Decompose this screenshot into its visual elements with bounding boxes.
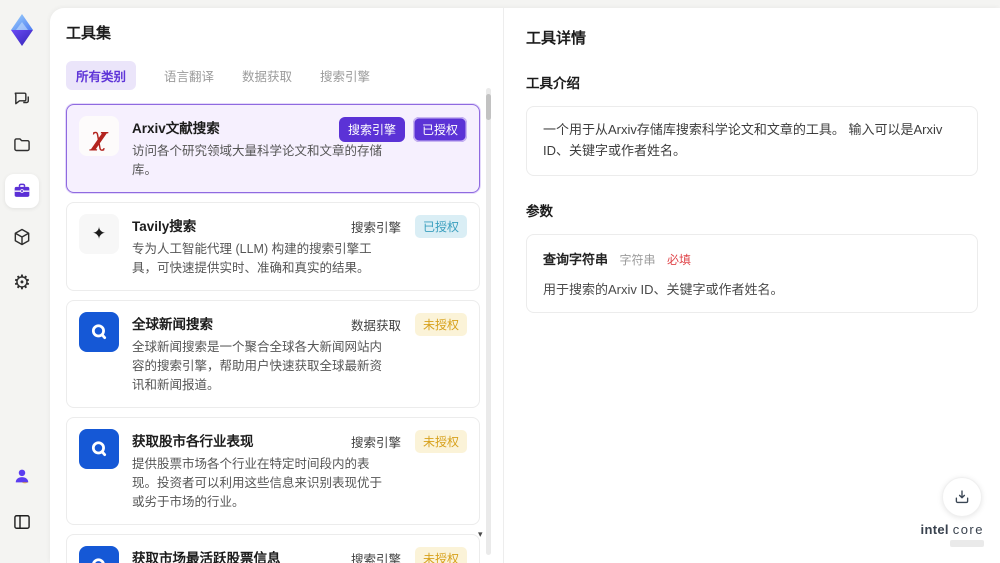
stock-icon xyxy=(79,545,119,563)
param-name: 查询字符串 xyxy=(543,251,609,267)
tool-description: 访问各个研究领域大量科学论文和文章的存储库。 xyxy=(132,144,383,178)
status-badge: 未授权 xyxy=(414,546,467,563)
page-title: 工具集 xyxy=(66,25,112,42)
left-rail: ⚙ xyxy=(0,0,44,563)
sidebar-item-settings[interactable]: ⚙ xyxy=(5,266,39,300)
globe-news-icon xyxy=(79,311,119,352)
tool-card-most-active-stocks[interactable]: 获取市场最活跃股票信息 提供当天交易量最高的股票列表，投资者可以利用这些信息来识… xyxy=(66,533,480,563)
sidebar-item-files[interactable] xyxy=(5,128,39,162)
param-required-badge: 必填 xyxy=(666,252,691,267)
stock-icon xyxy=(79,428,119,469)
brand-secondary: core xyxy=(952,522,984,537)
brand-sub-bar xyxy=(950,540,984,547)
sparkle-icon: ✦ xyxy=(79,213,119,254)
param-type: 字符串 xyxy=(619,252,656,267)
list-scrollbar[interactable] xyxy=(486,88,491,555)
scroll-down-indicator-icon[interactable]: ▾ xyxy=(478,529,483,540)
chat-icon xyxy=(12,89,32,109)
category-tabs: 所有类别 语言翻译 数据获取 搜索引擎 xyxy=(66,61,503,90)
tool-list-panel: 工具集 所有类别 语言翻译 数据获取 搜索引擎 χ Arxiv文献搜索 访问各个… xyxy=(50,8,503,563)
tool-card-tavily[interactable]: ✦ Tavily搜索 专为人工智能代理 (LLM) 构建的搜索引擎工具，可快速提… xyxy=(66,201,480,291)
sidebar-item-tools[interactable] xyxy=(5,174,39,208)
intro-heading: 工具介绍 xyxy=(526,76,580,91)
param-description: 用于搜索的Arxiv ID、关键字或作者姓名。 xyxy=(543,281,784,297)
panel-icon xyxy=(12,512,32,532)
status-badge: 已授权 xyxy=(414,214,467,238)
collapse-panel-button[interactable] xyxy=(5,505,39,539)
brand-primary: intel xyxy=(920,522,949,537)
category-label: 数据获取 xyxy=(350,318,401,333)
sidebar-item-chat[interactable] xyxy=(5,82,39,116)
gear-icon: ⚙ xyxy=(13,272,31,294)
tab-data-fetch[interactable]: 数据获取 xyxy=(242,61,292,90)
folder-icon xyxy=(12,135,32,155)
category-label: 搜索引擎 xyxy=(350,220,401,235)
tab-search-engine[interactable]: 搜索引擎 xyxy=(320,61,370,90)
params-heading: 参数 xyxy=(526,203,553,219)
detail-title: 工具详情 xyxy=(526,30,587,47)
intel-core-logo: intel core xyxy=(921,522,984,547)
tool-description: 提供股票市场各个行业在特定时间段内的表现。投资者可以利用这些信息来识别表现优于或… xyxy=(132,456,383,510)
category-label: 搜索引擎 xyxy=(350,435,401,450)
category-badge: 搜索引擎 xyxy=(338,117,405,142)
category-label: 搜索引擎 xyxy=(350,552,401,563)
scrollbar-thumb[interactable] xyxy=(486,94,491,120)
download-button[interactable] xyxy=(942,477,982,517)
tool-card-global-news[interactable]: 全球新闻搜索 全球新闻搜索是一个聚合全球各大新闻网站内容的搜索引擎，帮助用户快速… xyxy=(66,299,480,408)
tool-card-list: χ Arxiv文献搜索 访问各个研究领域大量科学论文和文章的存储库。 搜索引擎 … xyxy=(66,104,480,563)
status-badge: 未授权 xyxy=(414,429,467,453)
briefcase-icon xyxy=(12,181,32,201)
status-badge: 未授权 xyxy=(414,312,467,336)
tab-translation[interactable]: 语言翻译 xyxy=(164,61,214,90)
main-canvas: 工具集 所有类别 语言翻译 数据获取 搜索引擎 χ Arxiv文献搜索 访问各个… xyxy=(50,8,1000,563)
user-avatar[interactable] xyxy=(5,459,39,493)
sidebar-item-models[interactable] xyxy=(5,220,39,254)
cube-icon xyxy=(12,227,32,247)
param-box: 查询字符串 字符串 必填 用于搜索的Arxiv ID、关键字或作者姓名。 xyxy=(526,233,978,313)
tool-description: 专为人工智能代理 (LLM) 构建的搜索引擎工具，可快速提供实时、准确和真实的结… xyxy=(132,241,372,276)
tool-card-sector-performance[interactable]: 获取股市各行业表现 提供股票市场各个行业在特定时间段内的表现。投资者可以利用这些… xyxy=(66,416,480,525)
tool-description: 全球新闻搜索是一个聚合全球各大新闻网站内容的搜索引擎，帮助用户快速获取全球最新资… xyxy=(132,339,383,393)
tool-detail-panel: 工具详情 工具介绍 一个用于从Arxiv存储库搜索科学论文和文章的工具。 输入可… xyxy=(504,8,1000,563)
tab-all-categories[interactable]: 所有类别 xyxy=(66,61,137,90)
status-badge: 已授权 xyxy=(412,117,467,142)
intro-text: 一个用于从Arxiv存储库搜索科学论文和文章的工具。 输入可以是Arxiv ID… xyxy=(543,122,943,158)
intro-box: 一个用于从Arxiv存储库搜索科学论文和文章的工具。 输入可以是Arxiv ID… xyxy=(526,106,978,176)
download-icon xyxy=(953,488,971,506)
user-icon xyxy=(12,466,32,486)
tool-card-arxiv[interactable]: χ Arxiv文献搜索 访问各个研究领域大量科学论文和文章的存储库。 搜索引擎 … xyxy=(66,104,480,193)
arxiv-icon: χ xyxy=(79,116,119,156)
app-logo[interactable] xyxy=(7,12,37,48)
